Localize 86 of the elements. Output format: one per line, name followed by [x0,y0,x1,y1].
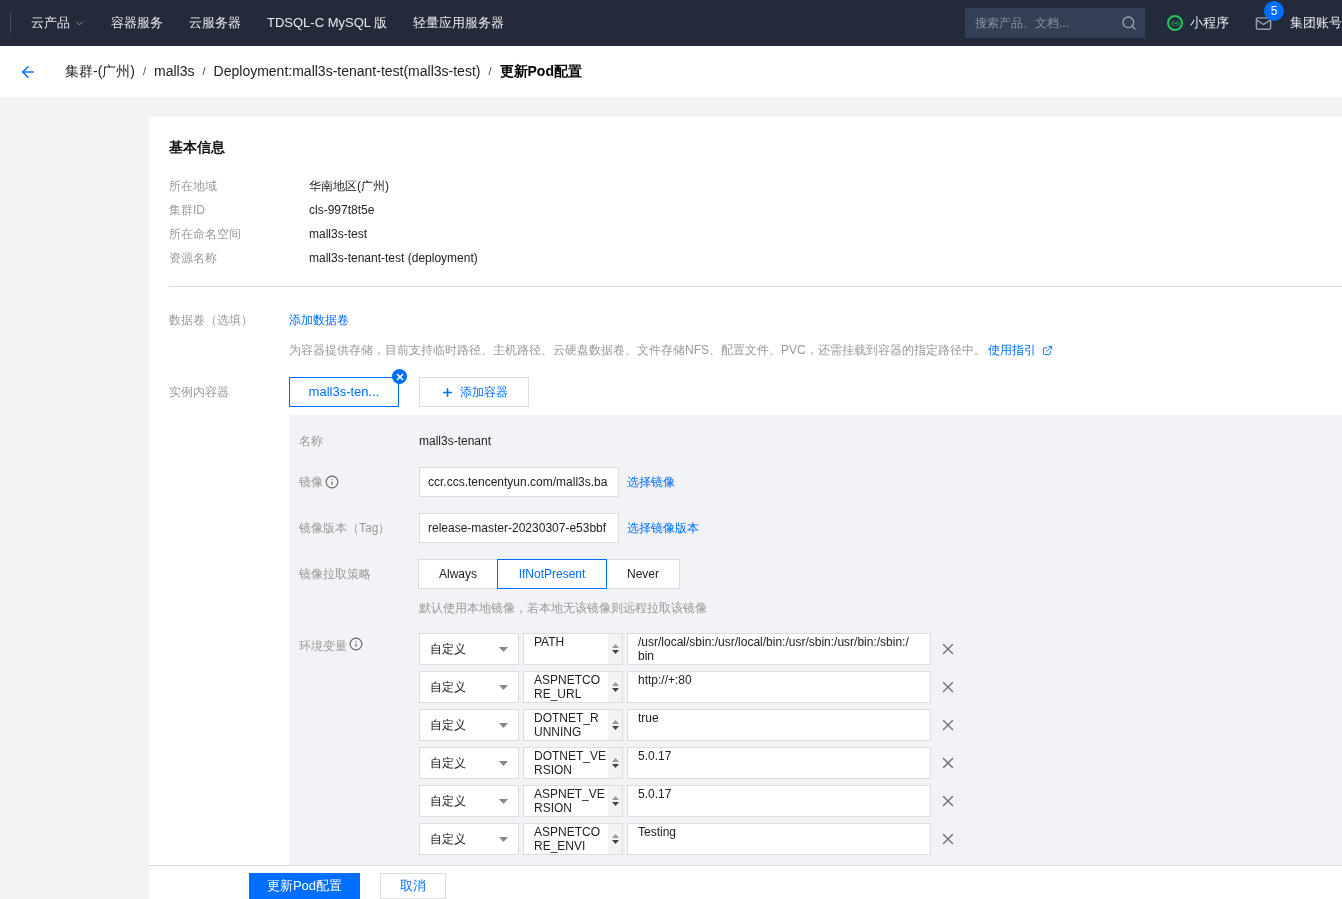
breadcrumb-separator: / [202,64,206,80]
field-label: 所在命名空间 [169,226,242,243]
add-volume-link[interactable]: 添加数据卷 [289,311,1053,329]
spinner-icon[interactable] [608,710,622,740]
value-field[interactable]: 5.0.17 [627,785,931,817]
value-field[interactable]: /usr/local/sbin:/usr/local/bin:/usr/sbin:/usr/bin:/sbin:/bin [627,633,931,665]
spinner-icon[interactable] [608,672,622,702]
type-select[interactable]: 自定义 [419,823,519,855]
policy-option[interactable]: Never [606,559,681,589]
hint-text: 默认使用本地镜像，若本地无该镜像则远程拉取该镜像 [419,600,708,617]
value-field[interactable]: Testing [627,823,931,855]
breadcrumb-item: 更新Pod配置 [499,62,582,81]
cancel-button[interactable]: 取消 [380,873,446,899]
type-select[interactable]: 自定义 [419,785,519,817]
text-field[interactable]: ccr.ccs.tencentyun.com/mall3s.ba [419,467,619,497]
field-label: 环境变量 [299,633,419,855]
select-link[interactable]: 选择镜像 [627,473,675,491]
nav-menu-item[interactable]: TDSQL-C MySQL 版 [267,13,388,33]
key-field[interactable]: ASPNET_VERSION [523,785,623,817]
spinner-icon[interactable] [608,634,622,664]
type-select[interactable]: 自定义 [419,709,519,741]
section-title: 基本信息 [169,138,226,157]
field-label: 所在地域 [169,178,218,195]
caret-icon [499,836,508,842]
field-label: 镜像版本（Tag） [299,520,392,537]
type-select[interactable]: 自定义 [419,633,519,665]
key-field[interactable]: ASPNETCORE_URL [523,671,623,703]
field-value: cls-997t8t5e [309,202,375,219]
field-value: mall3s-tenant-test (deployment) [309,250,478,267]
caret-icon [499,798,508,804]
nav-menu-item[interactable]: 轻量应用服务器 [413,13,505,33]
field-label: 数据卷（选填） [169,312,254,329]
hint-text: 为容器提供存储，目前支持临时路径、主机路径、云硬盘数据卷、文件存储NFS、配置文件、PVC，还需挂载到容器的指定路径中。 [289,342,986,359]
nav-menu-item[interactable]: 容器服务 [111,13,163,33]
key-field[interactable]: ASPNETCORE_ENVI [523,823,623,855]
caret-icon [499,760,508,766]
key-field[interactable]: DOTNET_VERSION [523,747,623,779]
key-field[interactable]: DOTNET_RUNNING [523,709,623,741]
breadcrumb-separator: / [488,64,492,80]
value-field[interactable]: true [627,709,931,741]
add-container-button[interactable]: 添加容器 [419,377,529,407]
search-field[interactable]: 搜索产品、文档... [965,8,1145,38]
type-select[interactable]: 自定义 [419,747,519,779]
field-label: 实例内容器 [169,384,230,401]
account-menu[interactable]: 集团账号 [1290,13,1342,33]
container-tab[interactable]: mall3s-ten... [289,377,399,407]
breadcrumb-separator: / [143,64,147,80]
key-field[interactable]: PATH [523,633,623,665]
field-label: 集群ID [169,202,206,219]
field-value: mall3s-tenant [419,433,492,450]
caret-icon [499,684,508,690]
field-label: 镜像 [299,473,419,491]
link-icon [1167,15,1183,31]
caret-icon [499,722,508,728]
caret-icon [499,646,508,652]
spinner-icon[interactable] [608,786,622,816]
guide-link[interactable]: 使用指引 [987,341,1053,359]
value-field[interactable]: 5.0.17 [627,747,931,779]
nav-menu-item[interactable]: 云服务器 [189,13,241,33]
field-label: 镜像拉取策略 [299,566,372,583]
breadcrumb-item[interactable]: Deployment:mall3s-tenant-test(mall3s-test) [213,61,481,82]
nav-menu-item[interactable]: 云产品 [31,13,85,33]
breadcrumb-item[interactable]: mall3s [154,61,195,82]
info-icon [325,475,339,489]
plus-icon [440,385,454,399]
mail-icon[interactable] [1255,14,1272,32]
field-value: 华南地区(广州) [309,178,389,195]
remove-icon[interactable] [392,369,407,384]
policy-option[interactable]: Always [418,559,498,589]
select-link[interactable]: 选择镜像版本 [627,519,699,537]
text-field[interactable]: release-master-20230307-e53bbf [419,513,619,543]
search-icon[interactable] [1121,15,1137,31]
spinner-icon[interactable] [608,824,622,854]
field-value: mall3s-test [309,226,367,243]
spinner-icon[interactable] [608,748,622,778]
mini-program-link[interactable]: 小程序 [1167,13,1229,33]
breadcrumb-item[interactable]: 集群-(广州) [65,61,135,82]
type-select[interactable]: 自定义 [419,671,519,703]
field-label: 名称 [299,433,324,450]
external-link-icon [1041,344,1053,356]
field-label: 资源名称 [169,250,218,267]
notification-badge: 5 [1264,0,1284,21]
submit-button[interactable]: 更新Pod配置 [249,873,360,899]
policy-option[interactable]: IfNotPresent [497,559,607,589]
value-field[interactable]: http://+:80 [627,671,931,703]
info-icon [349,637,363,651]
